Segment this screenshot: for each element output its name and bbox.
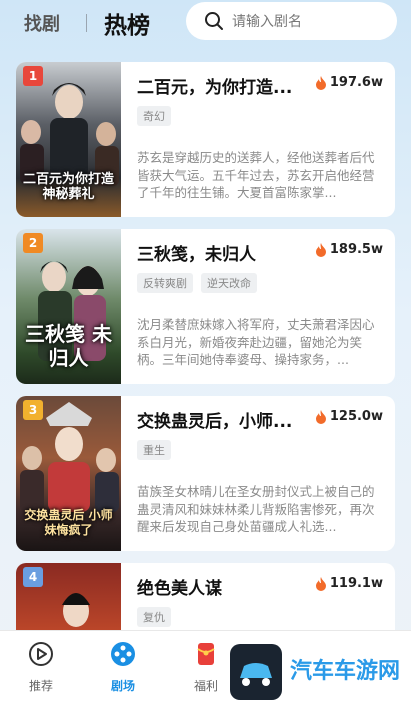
theater-icon bbox=[111, 642, 135, 666]
drama-card[interactable]: 1 二百元为你打造 神秘葬礼 二百元，为你打造... 197.6w 奇幻 苏玄是… bbox=[16, 62, 395, 217]
tag[interactable]: 逆天改命 bbox=[201, 273, 257, 293]
drama-title: 三秋笺，未归人 bbox=[137, 245, 256, 265]
drama-title: 绝色美人谋 bbox=[137, 579, 222, 599]
drama-description: 苏玄是穿越历史的送葬人，经他送葬者后代皆获大气运。五千年过去，苏玄开启他经营了千… bbox=[137, 150, 375, 200]
tab-find[interactable]: 找剧 bbox=[24, 10, 60, 36]
nav-label: 推荐 bbox=[28, 679, 53, 693]
nav-theater[interactable]: 剧场 bbox=[93, 641, 153, 694]
heat-count: 125.0w bbox=[315, 409, 383, 424]
tag-list: 重生 bbox=[137, 440, 171, 460]
rank-badge: 2 bbox=[23, 233, 43, 253]
drama-title: 二百元，为你打造... bbox=[137, 78, 293, 98]
drama-title: 交换蛊灵后，小师... bbox=[137, 412, 293, 432]
tag-list: 反转爽剧 逆天改命 bbox=[137, 273, 257, 293]
drama-card[interactable]: 2 三秋笺 未归人 三秋笺，未归人 189.5w 反转爽剧 逆天改命 沈月柔替庶… bbox=[16, 229, 395, 384]
heat-value: 119.1w bbox=[329, 576, 383, 591]
red-envelope-icon bbox=[197, 643, 215, 665]
search-input[interactable]: 请输入剧名 bbox=[186, 2, 397, 40]
poster-title: 交换蛊灵后 小师妹悔疯了 bbox=[24, 508, 113, 537]
tag-list: 奇幻 bbox=[137, 106, 171, 126]
poster-title: 三秋笺 未归人 bbox=[25, 322, 112, 370]
flame-icon bbox=[315, 75, 326, 90]
rank-badge: 3 bbox=[23, 400, 43, 420]
watermark-text: 汽车车游网 bbox=[290, 658, 400, 684]
nav-label: 福利 bbox=[193, 679, 218, 693]
heat-count: 189.5w bbox=[315, 242, 383, 257]
drama-poster[interactable]: 3 交换蛊灵后 小师妹悔疯了 bbox=[16, 396, 121, 551]
play-icon bbox=[29, 642, 53, 666]
tag[interactable]: 重生 bbox=[137, 440, 171, 460]
search-icon bbox=[205, 12, 223, 30]
tag[interactable]: 复仇 bbox=[137, 607, 171, 627]
nav-welfare[interactable]: 福利 bbox=[176, 641, 236, 694]
drama-card[interactable]: 3 交换蛊灵后 小师妹悔疯了 交换蛊灵后，小师... 125.0w 重生 苗族圣… bbox=[16, 396, 395, 551]
tag-list: 复仇 bbox=[137, 607, 171, 627]
top-header: 找剧 热榜 请输入剧名 bbox=[0, 0, 411, 48]
search-placeholder: 请输入剧名 bbox=[232, 14, 302, 30]
drama-poster[interactable]: 2 三秋笺 未归人 bbox=[16, 229, 121, 384]
heat-count: 119.1w bbox=[315, 576, 383, 591]
drama-description: 沈月柔替庶妹嫁入将军府，丈夫萧君泽因心系白月光，新婚夜奔赴边疆，留她沦为笑柄。三… bbox=[137, 317, 375, 367]
tag[interactable]: 反转爽剧 bbox=[137, 273, 193, 293]
flame-icon bbox=[315, 242, 326, 257]
tab-hot[interactable]: 热榜 bbox=[104, 6, 150, 40]
tag[interactable]: 奇幻 bbox=[137, 106, 171, 126]
heat-value: 189.5w bbox=[329, 242, 383, 257]
flame-icon bbox=[315, 409, 326, 424]
site-watermark: 汽车车游网 bbox=[230, 644, 400, 700]
rank-badge: 1 bbox=[23, 66, 43, 86]
hot-list: 1 二百元为你打造 神秘葬礼 二百元，为你打造... 197.6w 奇幻 苏玄是… bbox=[16, 62, 395, 702]
drama-poster[interactable]: 1 二百元为你打造 神秘葬礼 bbox=[16, 62, 121, 217]
rank-badge: 4 bbox=[23, 567, 43, 587]
heat-count: 197.6w bbox=[315, 75, 383, 90]
heat-value: 125.0w bbox=[329, 409, 383, 424]
heat-value: 197.6w bbox=[329, 75, 383, 90]
flame-icon bbox=[315, 576, 326, 591]
nav-label: 剧场 bbox=[110, 679, 135, 693]
drama-description: 苗族圣女林晴儿在圣女册封仪式上被自己的蛊灵清风和妹妹林柔儿背叛陷害惨死，再次醒来… bbox=[137, 484, 375, 534]
nav-recommend[interactable]: 推荐 bbox=[11, 641, 71, 694]
tab-divider bbox=[86, 14, 87, 32]
poster-title: 二百元为你打造 神秘葬礼 bbox=[22, 171, 114, 203]
